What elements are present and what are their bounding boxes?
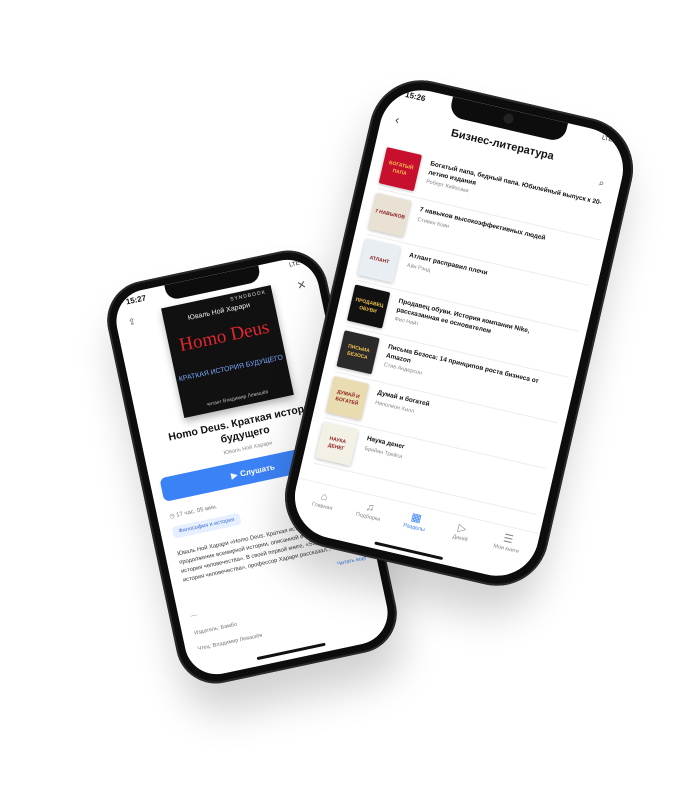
play-icon: ▶ (230, 469, 239, 480)
promo-scene: 15:27 LTE ⇪ ✕ SYNDBOOK Юваль Ной Харари … (0, 0, 686, 789)
status-network: LTE (288, 260, 301, 269)
search-icon[interactable]: ⌕ (597, 178, 605, 190)
close-icon[interactable]: ✕ (296, 278, 308, 293)
book-cover-thumb: АТЛАНТ (357, 238, 401, 283)
reader-line[interactable]: Чтец: Владимир Левашёв (197, 633, 263, 653)
tab-label: Главная (311, 501, 333, 512)
status-time: 15:26 (404, 89, 427, 104)
tab-library[interactable]: ☰ Мои книги (480, 529, 529, 582)
book-list: БОГАТЫЙ ПАПА Богатый папа, бедный папа. Ю… (313, 143, 611, 515)
listen-button-label: Слушать (239, 461, 276, 479)
status-network: LTE (601, 135, 613, 144)
category-screen: 15:26 LTE ‹ Бизнес-литература ⌕ БОГАТЫЙ … (286, 81, 632, 585)
right-phone: 15:26 LTE ‹ Бизнес-литература ⌕ БОГАТЫЙ … (274, 69, 644, 597)
tab-headphones[interactable]: ♫ Подборки (342, 497, 391, 550)
book-cover-thumb: НАУКА ДЕНЕГ (315, 421, 359, 466)
book-cover-thumb: ПИСЬМА БЕЗОСА (336, 330, 380, 375)
share-icon[interactable]: ⇪ (127, 316, 137, 328)
tab-label: Подборки (355, 511, 381, 523)
cover-subtitle: КРАТКАЯ ИСТОРИЯ БУДУЩЕГО (178, 354, 284, 384)
book-cover: SYNDBOOK Юваль Ной Харари Homo Deus КРАТ… (161, 285, 294, 418)
clock-icon: ◷ (169, 513, 176, 521)
book-cover-thumb: БОГАТЫЙ ПАПА (378, 147, 423, 192)
book-cover-thumb: ПРОДАВЕЦ ОБУВИ (346, 284, 391, 329)
book-cover-thumb: ДУМАЙ И БОГАТЕЙ (325, 376, 370, 421)
book-cover-thumb: 7 НАВЫКОВ (368, 192, 412, 237)
home-indicator (256, 642, 326, 661)
tab-label: Разделы (402, 522, 426, 534)
divider: — (190, 611, 199, 620)
publisher-line[interactable]: Издатель: Бамбо (194, 622, 238, 637)
tab-label: Дикий (451, 533, 469, 544)
tab-play[interactable]: ▷ Дикий (434, 518, 483, 571)
status-time: 15:27 (125, 293, 147, 307)
tab-home[interactable]: ⌂ Главная (296, 487, 345, 540)
read-more-link[interactable]: Читать еще (337, 555, 367, 567)
